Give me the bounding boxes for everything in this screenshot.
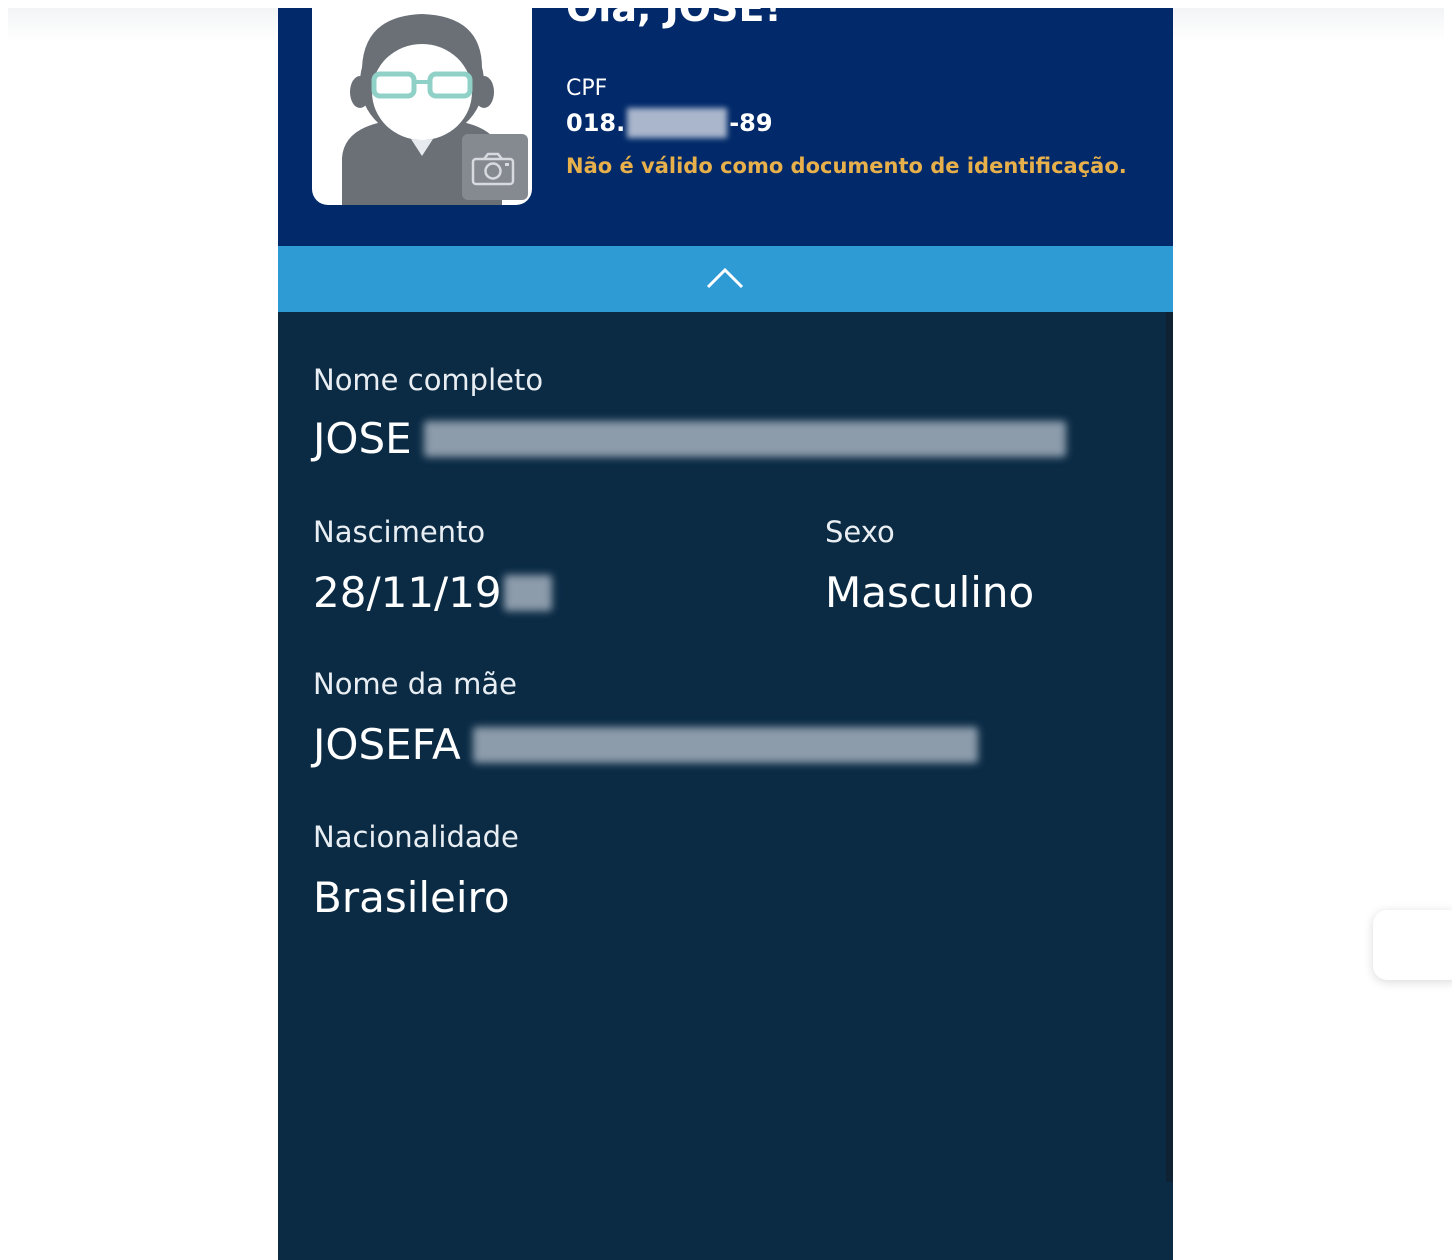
mother-name-label: Nome da mãe xyxy=(313,667,518,701)
birth-text: 28/11/19 xyxy=(313,568,502,617)
collapse-toggle[interactable] xyxy=(278,246,1173,312)
cpf-suffix: -89 xyxy=(729,109,773,137)
identity-screen: Olá, JOSE! CPF 018. -89 Não é válido com… xyxy=(278,8,1173,1260)
camera-icon[interactable] xyxy=(471,152,515,186)
scroll-edge xyxy=(1166,312,1173,1182)
cpf-value: 018. -89 xyxy=(566,108,773,138)
chevron-up-icon xyxy=(706,267,744,289)
birth-label: Nascimento xyxy=(313,515,486,549)
profile-header: Olá, JOSE! CPF 018. -89 Não é válido com… xyxy=(278,8,1173,246)
mother-name-value: JOSEFA xyxy=(313,720,978,769)
floating-side-widget[interactable] xyxy=(1373,910,1452,980)
mother-name-redacted xyxy=(472,726,978,763)
full-name-text: JOSE xyxy=(313,414,412,463)
mother-name-text: JOSEFA xyxy=(313,720,461,769)
profile-photo[interactable] xyxy=(312,8,532,205)
cpf-label: CPF xyxy=(566,76,608,101)
birth-year-redacted xyxy=(503,574,552,611)
sex-value: Masculino xyxy=(825,568,1034,617)
full-name-label: Nome completo xyxy=(313,363,544,397)
full-name-redacted xyxy=(423,420,1066,457)
cpf-prefix: 018. xyxy=(566,109,626,137)
cpf-redacted xyxy=(627,108,728,138)
id-warning: Não é válido como documento de identific… xyxy=(566,154,1127,178)
sex-label: Sexo xyxy=(825,515,895,549)
birth-value: 28/11/19 xyxy=(313,568,552,617)
full-name-value: JOSE xyxy=(313,414,1066,463)
sex-text: Masculino xyxy=(825,568,1035,617)
greeting-title: Olá, JOSE! xyxy=(566,8,782,30)
nationality-value: Brasileiro xyxy=(313,873,510,922)
nationality-text: Brasileiro xyxy=(313,873,510,922)
nationality-label: Nacionalidade xyxy=(313,820,519,854)
